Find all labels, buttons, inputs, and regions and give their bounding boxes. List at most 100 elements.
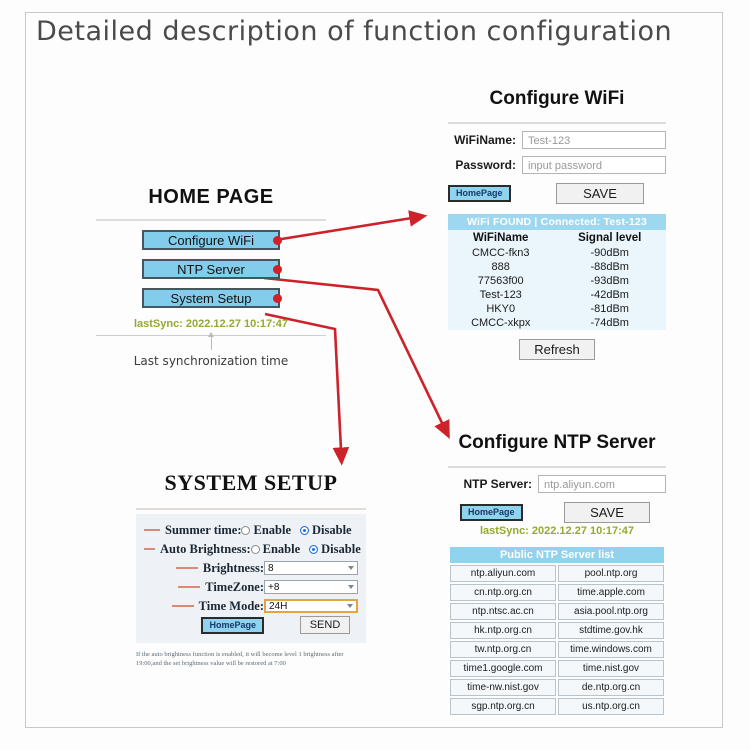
callout-dot	[273, 236, 282, 245]
configure-ntp-title: Configure NTP Server	[458, 432, 656, 453]
table-row[interactable]: 888 -88dBm	[448, 260, 666, 274]
time-mode-select-wrap: 24H	[264, 599, 358, 613]
wifi-found-table: WiFi FOUND | Connected: Test-123 WiFiNam…	[448, 214, 666, 330]
ntp-server-cell[interactable]: cn.ntp.org.cn	[450, 584, 556, 601]
ntp-server-cell[interactable]: time1.google.com	[450, 660, 556, 677]
list-item[interactable]: time-nw.nist.gov de.ntp.org.cn	[450, 679, 664, 696]
system-setup-title: SYSTEM SETUP	[164, 470, 338, 495]
ntp-server-cell[interactable]: de.ntp.org.cn	[558, 679, 664, 696]
summer-time-enable-radio[interactable]	[241, 525, 251, 535]
timezone-select-wrap: +8	[264, 580, 358, 594]
cell-signal: -90dBm	[590, 247, 629, 259]
table-row[interactable]: HKY0 -81dBm	[448, 302, 666, 316]
summer-time-label: Summer time:	[165, 522, 242, 537]
table-row[interactable]: 77563f00 -93dBm	[448, 274, 666, 288]
wifi-save-button[interactable]: SAVE	[556, 183, 644, 204]
ntp-server-cell[interactable]: pool.ntp.org	[558, 565, 664, 582]
auto-brightness-disable-label: Disable	[321, 541, 361, 556]
ntp-button-row: HomePage SAVE	[448, 502, 666, 523]
list-item[interactable]: ntp.ntsc.ac.cn asia.pool.ntp.org	[450, 603, 664, 620]
timezone-row: TimeZone: +8	[144, 579, 358, 595]
ntp-server-cell[interactable]: hk.ntp.org.cn	[450, 622, 556, 639]
brightness-select[interactable]: 8	[264, 561, 358, 575]
auto-brightness-enable-label: Enable	[262, 541, 301, 556]
page-title: Detailed description of function configu…	[36, 16, 673, 47]
cell-signal: -93dBm	[590, 275, 629, 287]
auto-brightness-options: Enable Disable	[250, 541, 370, 557]
table-row[interactable]: Test-123 -42dBm	[448, 288, 666, 302]
ntp-server-cell[interactable]: time.nist.gov	[558, 660, 664, 677]
send-wrap: SEND	[268, 616, 358, 634]
table-row[interactable]: CMCC-fkn3 -90dBm	[448, 246, 666, 260]
dash-icon	[144, 548, 155, 550]
table-column-row: WiFiName Signal level	[448, 230, 666, 246]
column-signal-level: Signal level	[578, 232, 642, 244]
ntp-server-cell[interactable]: time.apple.com	[558, 584, 664, 601]
chevron-down-icon	[348, 566, 354, 570]
public-ntp-server-list: Public NTP Server list ntp.aliyun.com po…	[448, 545, 666, 717]
callout-dot	[273, 265, 282, 274]
brightness-label: Brightness:	[202, 560, 264, 575]
timezone-select[interactable]: +8	[264, 580, 358, 594]
wifi-table-header: WiFi FOUND | Connected: Test-123	[448, 214, 666, 230]
dash-icon	[178, 586, 201, 588]
summer-time-disable-radio[interactable]	[300, 525, 309, 535]
chevron-down-icon	[348, 585, 354, 589]
auto-brightness-label-group: Auto Brightness:	[144, 542, 251, 557]
ntp-server-cell[interactable]: ntp.ntsc.ac.cn	[450, 603, 556, 620]
list-item[interactable]: ntp.aliyun.com pool.ntp.org	[450, 565, 664, 582]
ntp-server-cell[interactable]: asia.pool.ntp.org	[558, 603, 664, 620]
list-item[interactable]: time1.google.com time.nist.gov	[450, 660, 664, 677]
chevron-down-icon	[347, 604, 353, 608]
ntp-server-input[interactable]: ntp.aliyun.com	[538, 475, 666, 493]
system-send-button[interactable]: SEND	[300, 616, 350, 634]
ntp-server-cell[interactable]: time-nw.nist.gov	[450, 679, 556, 696]
time-mode-select[interactable]: 24H	[264, 599, 358, 613]
wifi-name-input[interactable]: Test-123	[522, 131, 666, 149]
list-item[interactable]: sgp.ntp.org.cn us.ntp.org.cn	[450, 698, 664, 715]
ntp-homepage-button[interactable]: HomePage	[460, 504, 523, 521]
timezone-select-value: +8	[268, 581, 280, 593]
brightness-select-wrap: 8	[264, 561, 358, 575]
ntp-server-cell[interactable]: ntp.aliyun.com	[450, 565, 556, 582]
wifi-name-label: WiFiName:	[454, 133, 516, 147]
home-button-ntp-server[interactable]: NTP Server	[142, 259, 282, 279]
list-item[interactable]: hk.ntp.org.cn stdtime.gov.hk	[450, 622, 664, 639]
divider	[136, 508, 366, 510]
home-button-configure-wifi[interactable]: Configure WiFi	[142, 230, 282, 250]
cell-wifiname: Test-123	[479, 289, 522, 301]
system-setup-note: If the auto brightness function is enabl…	[136, 651, 344, 668]
auto-brightness-label: Auto Brightness:	[160, 541, 251, 556]
list-item[interactable]: cn.ntp.org.cn time.apple.com	[450, 584, 664, 601]
ntp-server-cell[interactable]: sgp.ntp.org.cn	[450, 698, 556, 715]
home-last-sync: lastSync: 2022.12.27 10:17:47	[133, 318, 289, 330]
ntp-server-cell[interactable]: stdtime.gov.hk	[558, 622, 664, 639]
auto-brightness-row: Auto Brightness: Enable Disable	[144, 541, 361, 557]
brightness-select-value: 8	[268, 562, 274, 574]
system-button-row: HomePage SEND	[144, 616, 358, 634]
system-homepage-button[interactable]: HomePage	[201, 616, 264, 634]
wifi-homepage-button[interactable]: HomePage	[448, 185, 511, 202]
cell-wifiname: CMCC-fkn3	[471, 247, 530, 259]
home-page-title: HOME PAGE	[148, 186, 274, 208]
ntp-server-cell[interactable]: tw.ntp.org.cn	[450, 641, 556, 658]
ntp-save-button[interactable]: SAVE	[564, 502, 650, 523]
wifi-refresh-button[interactable]: Refresh	[519, 339, 595, 360]
time-mode-row: Time Mode: 24H	[144, 598, 358, 614]
ntp-server-label: NTP Server:	[463, 477, 532, 491]
home-button-system-setup[interactable]: System Setup	[142, 288, 282, 308]
list-item[interactable]: tw.ntp.org.cn time.windows.com	[450, 641, 664, 658]
ntp-server-cell[interactable]: time.windows.com	[558, 641, 664, 658]
auto-brightness-disable-radio[interactable]	[309, 544, 319, 554]
auto-brightness-enable-radio[interactable]	[250, 544, 260, 554]
table-row[interactable]: CMCC-xkpx -74dBm	[448, 316, 666, 330]
dash-icon	[144, 529, 160, 531]
summer-time-label-group: Summer time:	[144, 523, 241, 538]
wifi-password-input[interactable]: input password	[522, 156, 666, 174]
system-setup-form: Summer time: Enable Disable Auto Brightn…	[136, 514, 366, 643]
column-wifiname: WiFiName	[472, 232, 529, 244]
summer-time-row: Summer time: Enable Disable	[144, 522, 358, 538]
timezone-label: TimeZone:	[205, 579, 264, 594]
ntp-server-cell[interactable]: us.ntp.org.cn	[558, 698, 664, 715]
cell-signal: -74dBm	[590, 317, 629, 329]
